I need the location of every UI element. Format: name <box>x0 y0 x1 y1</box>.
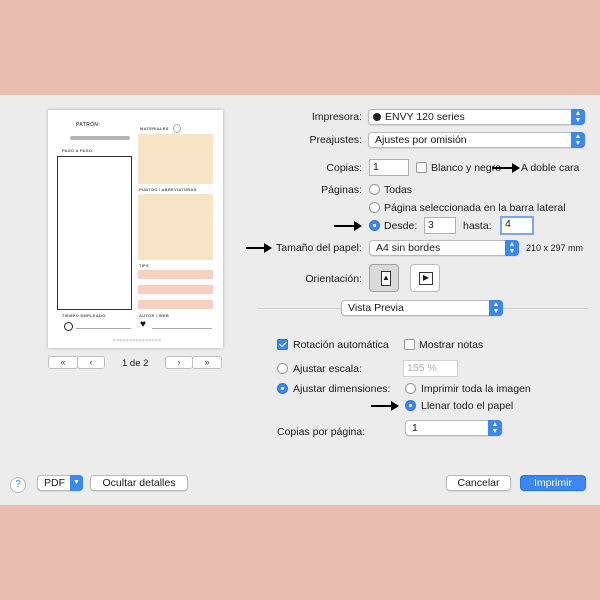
black-white-label: Blanco y negro <box>431 162 502 174</box>
scale-label: Ajustar escala: <box>293 363 362 375</box>
pages-selected-radio[interactable] <box>369 202 380 213</box>
help-button[interactable]: ? <box>10 477 26 493</box>
preview-tips-bar-2 <box>138 285 213 294</box>
first-page-button[interactable]: « <box>48 356 78 369</box>
page-indicator: 1 de 2 <box>122 358 149 369</box>
preview-materials-label: MATERIALES <box>140 126 169 131</box>
copies-input[interactable]: 1 <box>369 159 409 176</box>
preview-page: PATRÓN: MATERIALES PASO A PASO PUNTOS / … <box>48 110 223 348</box>
copies-per-page-value: 1 <box>412 422 418 434</box>
print-button[interactable]: Imprimir <box>520 475 586 491</box>
preview-time-line <box>76 328 131 329</box>
orientation-label: Orientación: <box>305 273 362 285</box>
fill-paper-label: Llenar todo el papel <box>421 400 514 412</box>
chevron-down-icon: ▼ <box>70 475 83 491</box>
pages-all-label: Todas <box>384 184 413 196</box>
hide-details-button[interactable]: Ocultar detalles <box>90 475 188 491</box>
show-notes-label: Mostrar notas <box>419 339 484 351</box>
chevron-updown-icon: ▲ ▼ <box>571 132 585 148</box>
copies-per-page-popup[interactable]: 1 ▲ ▼ <box>405 420 502 436</box>
cancel-button[interactable]: Cancelar <box>446 475 511 491</box>
pages-to-label: hasta: <box>463 220 492 232</box>
preview-lightbulb-icon <box>173 124 181 133</box>
printer-value: ENVY 120 series <box>385 111 465 123</box>
print-entire-image-label: Imprimir toda la imagen <box>421 383 531 395</box>
printer-status-icon <box>373 113 381 121</box>
pdf-label: PDF <box>44 477 65 489</box>
landscape-icon: ▶ <box>419 272 433 285</box>
presets-value: Ajustes por omisión <box>375 134 467 146</box>
section-popup[interactable]: Vista Previa ▲ ▼ <box>341 300 503 316</box>
chevron-updown-icon: ▲ ▼ <box>489 300 503 316</box>
pages-to-input[interactable]: 4 <box>500 216 534 235</box>
chevron-updown-icon: ▲ ▼ <box>505 240 519 256</box>
printer-label: Impresora: <box>311 111 362 123</box>
pages-all-radio[interactable] <box>369 184 380 195</box>
preview-title-bar <box>70 136 130 140</box>
pages-from-label: Desde: <box>384 220 418 232</box>
preview-tips-bar-1 <box>138 270 213 279</box>
scale-input[interactable]: 155 % <box>403 360 458 377</box>
pages-selected-label: Página seleccionada en la barra lateral <box>384 202 566 214</box>
fit-radio[interactable] <box>277 383 288 394</box>
print-entire-image-radio[interactable] <box>405 383 416 394</box>
presets-popup[interactable]: Ajustes por omisión ▲ ▼ <box>368 132 585 148</box>
pdf-button[interactable]: PDF ▼ <box>37 475 83 491</box>
preview-author-line <box>152 328 212 329</box>
next-page-button[interactable]: › <box>165 356 193 369</box>
paper-dimensions: 210 x 297 mm <box>526 243 584 253</box>
paper-size-label: Tamaño del papel: <box>276 242 362 254</box>
pages-from-input[interactable]: 3 <box>424 217 456 234</box>
preview-points-box <box>138 194 213 260</box>
chevron-updown-icon: ▲ ▼ <box>488 420 502 436</box>
preview-author-label: AUTOR / WEB <box>139 313 170 318</box>
preview-step-label: PASO A PASO <box>62 148 93 153</box>
pages-range-radio[interactable] <box>369 220 380 231</box>
portrait-icon: ▲ <box>381 271 391 286</box>
duplex-pointer-arrow <box>492 163 520 173</box>
pages-label: Páginas: <box>321 184 362 196</box>
section-value: Vista Previa <box>348 302 404 314</box>
last-page-button[interactable]: » <box>192 356 222 369</box>
preview-tips-bar-3 <box>138 300 213 309</box>
copies-label: Copias: <box>326 162 362 174</box>
auto-rotate-checkbox[interactable] <box>277 339 288 350</box>
help-icon: ? <box>15 479 21 490</box>
fit-label: Ajustar dimensiones: <box>293 383 391 395</box>
preview-points-label: PUNTOS / ABREVIATURAS <box>139 187 197 192</box>
portrait-button[interactable]: ▲ <box>369 264 399 292</box>
preview-materials-box <box>138 134 213 184</box>
landscape-button[interactable]: ▶ <box>410 264 440 292</box>
presets-label: Preajustes: <box>309 134 362 146</box>
fill-paper-radio[interactable] <box>405 400 416 411</box>
preview-title: PATRÓN: <box>76 122 101 128</box>
scale-radio[interactable] <box>277 363 288 374</box>
preview-step-box <box>57 156 132 310</box>
preview-clock-icon <box>64 322 73 331</box>
preview-footer: @@@@@@@@@@@@@@@ <box>113 338 162 342</box>
chevron-updown-icon: ▲ ▼ <box>571 109 585 125</box>
copies-per-page-label: Copias por página: <box>277 426 366 438</box>
duplex-label: A doble cara <box>521 162 580 174</box>
printer-popup[interactable]: ENVY 120 series ▲ ▼ <box>368 109 585 125</box>
show-notes-checkbox[interactable] <box>404 339 415 350</box>
preview-heart-icon: ♥ <box>140 319 146 330</box>
preview-tips-label: TIPS <box>139 263 150 268</box>
black-white-checkbox[interactable] <box>416 162 427 173</box>
paper-size-value: A4 sin bordes <box>376 242 441 254</box>
preview-time-label: TIEMPO EMPLEADO <box>62 313 106 318</box>
paper-size-pointer-arrow <box>246 243 272 253</box>
pages-range-pointer-arrow <box>334 221 362 231</box>
previous-page-button[interactable]: ‹ <box>77 356 105 369</box>
paper-size-popup[interactable]: A4 sin bordes ▲ ▼ <box>369 240 519 256</box>
fill-paper-pointer-arrow <box>371 401 399 411</box>
auto-rotate-label: Rotación automática <box>293 339 389 351</box>
